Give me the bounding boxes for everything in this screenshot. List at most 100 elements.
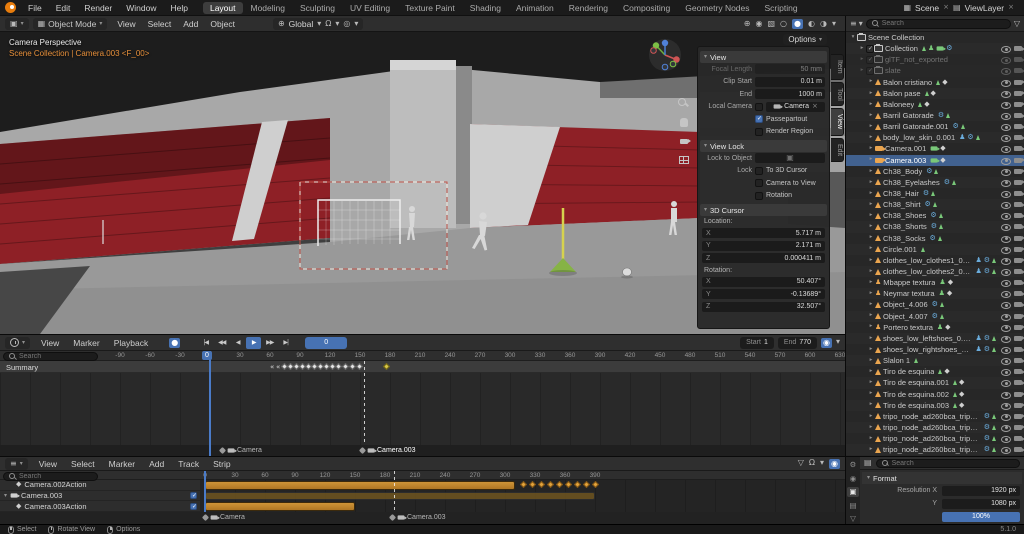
expand-arrow-icon[interactable]: ▸: [867, 146, 875, 152]
hide-in-viewport-icon[interactable]: [1001, 290, 1011, 299]
expand-arrow-icon[interactable]: ▸: [867, 268, 875, 275]
expand-arrow-icon[interactable]: ▸: [867, 391, 875, 397]
workspace-tab-scripting[interactable]: Scripting: [758, 2, 805, 14]
keyframe-diamond[interactable]: [355, 362, 364, 371]
menu-add[interactable]: Add: [177, 16, 204, 31]
disable-in-render-icon[interactable]: [1014, 213, 1024, 219]
hide-in-viewport-icon[interactable]: [1001, 379, 1011, 388]
channel-search[interactable]: [3, 472, 98, 481]
clip-start-field[interactable]: 0.01 m: [755, 76, 825, 87]
jump-to-end-icon[interactable]: ▶|: [278, 337, 293, 349]
outliner-search[interactable]: [865, 18, 1011, 29]
workspace-tab-rendering[interactable]: Rendering: [562, 2, 615, 14]
disable-in-render-icon[interactable]: [1014, 202, 1024, 208]
disable-in-render-icon[interactable]: [1014, 391, 1024, 397]
disable-in-render-icon[interactable]: [1014, 101, 1024, 107]
expand-arrow-icon[interactable]: ▸: [867, 235, 875, 241]
editor-type-outliner-icon[interactable]: ≡: [850, 19, 857, 28]
menu-view[interactable]: View: [32, 457, 64, 472]
workspace-tab-shading[interactable]: Shading: [463, 2, 508, 14]
disable-in-render-icon[interactable]: [1014, 257, 1024, 263]
render-tab-icon[interactable]: ◉: [847, 473, 859, 483]
outliner-item-neymar-textura[interactable]: ▸ ♟ Neymar textura ♟ ◆: [846, 288, 1024, 300]
snap-magnet-icon[interactable]: Ω: [809, 458, 815, 469]
menu-marker[interactable]: Marker: [102, 457, 142, 472]
disable-in-render-icon[interactable]: [1014, 347, 1024, 352]
outliner-item-slalon-1[interactable]: ▸ Slalon 1: [846, 355, 1024, 367]
menu-track[interactable]: Track: [171, 457, 206, 472]
nla-keyframe-diamond[interactable]: [591, 480, 600, 489]
proportional-editing-icon[interactable]: ◎: [343, 19, 350, 28]
format-panel-header[interactable]: ▾ Format: [862, 472, 1022, 484]
disable-in-render-icon[interactable]: [1014, 135, 1024, 141]
clip-end-field[interactable]: 1000 m: [755, 89, 825, 100]
expand-arrow-icon[interactable]: ▸: [867, 369, 875, 375]
hide-in-viewport-icon[interactable]: [1001, 256, 1011, 265]
shading-solid-icon[interactable]: ●: [792, 18, 804, 29]
workspace-tab-geometry-nodes[interactable]: Geometry Nodes: [678, 2, 756, 14]
orientation-dropdown-icon[interactable]: ▾: [317, 19, 321, 28]
shading-options-dropdown-icon[interactable]: ▾: [832, 19, 836, 28]
hide-in-viewport-icon[interactable]: [1001, 435, 1011, 444]
expand-arrow-icon[interactable]: ▸: [867, 302, 875, 308]
outliner-item-portero-textura[interactable]: ▸ ♟ Portero textura ♟ ◆: [846, 322, 1024, 333]
auto-snap-icon[interactable]: ◉: [821, 337, 832, 348]
outliner-item-object-4-007[interactable]: ▸ Object_4.007 ⚙: [846, 310, 1024, 322]
expand-arrow-icon[interactable]: ▸: [867, 213, 875, 219]
playhead-frame-badge[interactable]: 0: [202, 351, 212, 360]
nla-keyframe-diamond[interactable]: [573, 480, 582, 489]
scene-tab-icon[interactable]: ▽: [847, 514, 859, 524]
marker-camera[interactable]: Camera: [201, 513, 245, 522]
menu-object[interactable]: Object: [204, 16, 241, 31]
shading-rendered-icon[interactable]: ◑: [820, 19, 827, 28]
nla-track-camera-003[interactable]: ▾ Camera.003: [0, 490, 200, 502]
hide-in-viewport-icon[interactable]: [1001, 167, 1011, 176]
timeline-ruler[interactable]: -90 -60 -30 0 30 60 90 120 150 180 210 240 270 300 330…: [0, 351, 845, 361]
output-tab-icon[interactable]: ▣: [847, 486, 859, 498]
expand-arrow-icon[interactable]: ▸: [867, 257, 875, 264]
menu-view[interactable]: View: [34, 335, 66, 351]
render-region-checkbox[interactable]: [755, 127, 763, 136]
hide-in-viewport-icon[interactable]: [1001, 390, 1011, 399]
outliner-item-barril-gatorade-001[interactable]: ▸ Barril Gatorade.001 ⚙: [846, 121, 1024, 132]
channel-search[interactable]: [3, 352, 98, 361]
disable-in-render-icon[interactable]: [1014, 324, 1024, 330]
disable-in-render-icon[interactable]: [1014, 313, 1024, 319]
menu-edit[interactable]: Edit: [49, 3, 78, 13]
expand-arrow-icon[interactable]: ▸: [867, 313, 875, 319]
expand-arrow-icon[interactable]: ▸: [867, 90, 875, 97]
expand-arrow-icon[interactable]: ▸: [867, 402, 875, 408]
outliner-item-camera-003[interactable]: ▸ Camera.003 ◆: [846, 154, 1024, 166]
collection-exclude-checkbox[interactable]: [866, 55, 874, 64]
disable-in-render-icon[interactable]: [1014, 224, 1024, 230]
workspace-tab-layout[interactable]: Layout: [202, 1, 243, 14]
clear-icon[interactable]: ×: [812, 103, 818, 110]
marker-region[interactable]: Camera Camera.003: [0, 445, 845, 456]
outliner-item-camera-001[interactable]: ▸ Camera.001 ◆: [846, 143, 1024, 154]
lock-3d-cursor-checkbox[interactable]: [755, 166, 763, 175]
sidebar-tab-view[interactable]: View: [831, 108, 844, 136]
outliner-item-tiro-de-esquina-001[interactable]: ▸ Tiro de esquina.001 ◆: [846, 377, 1024, 389]
lock-to-object-field[interactable]: ▣: [755, 153, 825, 164]
expand-arrow-icon[interactable]: ▸: [858, 68, 866, 74]
disable-in-render-icon[interactable]: [1014, 179, 1024, 185]
disable-in-render-icon[interactable]: [1014, 113, 1024, 119]
toggle-projection-icon[interactable]: [676, 153, 691, 167]
editor-type-properties-icon[interactable]: ▤: [864, 459, 872, 467]
editor-type-selector[interactable]: ≡ ▾: [5, 457, 28, 470]
cursor-rotation-field[interactable]: Y -0.13689°: [702, 289, 825, 300]
playhead[interactable]: [209, 351, 211, 456]
resolution-scale-slider[interactable]: 100%: [942, 511, 1020, 522]
disable-in-render-icon[interactable]: [1014, 280, 1024, 286]
cursor-location-field[interactable]: X 5.717 m: [702, 228, 825, 239]
view-layer-selector[interactable]: ViewLayer: [965, 3, 1005, 13]
menu-playback[interactable]: Playback: [107, 335, 156, 351]
hide-in-viewport-icon[interactable]: [1001, 357, 1011, 366]
track-enable-checkbox[interactable]: [190, 502, 197, 510]
menu-marker[interactable]: Marker: [66, 335, 106, 351]
expand-arrow-icon[interactable]: ▸: [867, 346, 875, 353]
mode-selector[interactable]: ▦ Object Mode ▾: [32, 17, 108, 30]
playback-dropdown-icon[interactable]: ▾: [836, 337, 840, 348]
menu-file[interactable]: File: [21, 3, 49, 13]
outliner-item-ch38-eyelashes[interactable]: ▸ Ch38_Eyelashes ⚙: [846, 176, 1024, 188]
